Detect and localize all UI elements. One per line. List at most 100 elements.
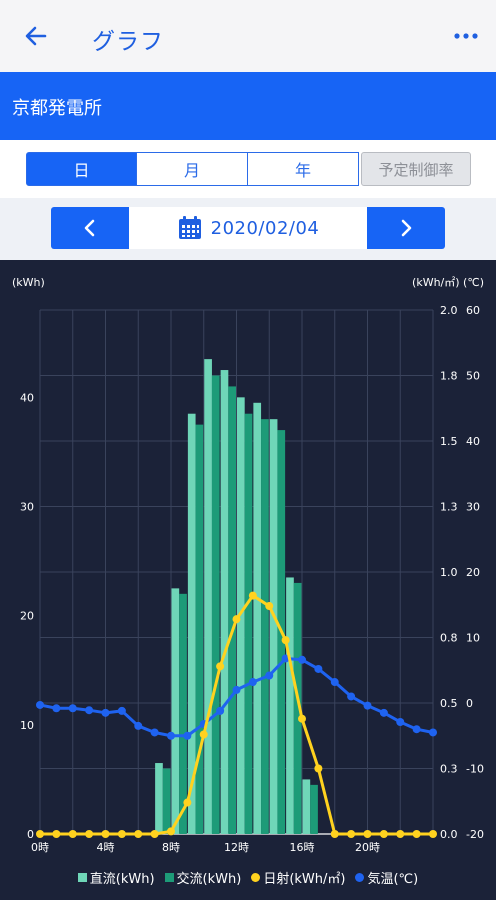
date-navigator: 2020/02/04	[51, 207, 445, 249]
next-date-button[interactable]	[367, 207, 445, 249]
legend-dc[interactable]: 直流(kWh)	[77, 868, 155, 887]
tab-year[interactable]: 年	[248, 152, 359, 186]
bar-ac	[162, 768, 171, 834]
left-axis-tick-label: 0	[27, 828, 34, 841]
temperature-point	[363, 701, 372, 710]
temperature-point	[347, 692, 356, 701]
right-axis-temperature-tick: 20	[466, 566, 480, 579]
temperature-point	[298, 655, 306, 664]
right-axis-temperature-tick: 40	[466, 435, 480, 448]
irradiance-point	[330, 830, 339, 838]
irradiance-point	[298, 714, 306, 723]
x-axis-tick-label: 8時	[162, 841, 180, 854]
bar-dc	[302, 779, 311, 834]
calendar-icon	[178, 216, 201, 239]
prev-date-button[interactable]	[51, 207, 129, 249]
bar-ac	[261, 419, 269, 834]
date-display[interactable]: 2020/02/04	[129, 207, 367, 249]
irradiance-point	[396, 830, 405, 838]
temperature-point	[52, 704, 61, 713]
irradiance-point	[347, 830, 356, 838]
irradiance-point	[248, 591, 257, 600]
left-axis-tick-label: 30	[20, 501, 34, 514]
bar-ac	[244, 413, 253, 834]
irradiance-point	[134, 830, 143, 838]
temperature-point	[396, 717, 405, 726]
right-axis-temperature-tick: 0	[466, 697, 473, 710]
temperature-point	[314, 664, 323, 673]
right-axis-unit: (kWh/㎡) (℃)	[412, 276, 484, 289]
period-tabs: 日 月 年 予定制御率	[26, 152, 471, 186]
right-axis-temperature-tick: 30	[466, 501, 480, 514]
legend-irradiance[interactable]: 日射(kWh/㎡)	[251, 868, 345, 887]
right-axis-temperature-tick: -10	[466, 763, 484, 776]
temperature-point	[134, 721, 143, 730]
bar-ac	[179, 593, 187, 834]
back-button[interactable]	[20, 20, 52, 52]
irradiance-point	[183, 798, 192, 807]
plant-header: 京都発電所	[0, 72, 496, 140]
legend-irradiance-label: 日射(kWh/㎡)	[263, 872, 346, 887]
legend-temperature[interactable]: 気温(℃)	[355, 868, 418, 887]
right-axis-temperature-tick: 60	[466, 304, 480, 317]
right-axis-temperature-tick: 50	[466, 370, 480, 383]
tab-day[interactable]: 日	[26, 152, 137, 186]
x-axis-tick-label: 20時	[355, 841, 380, 854]
current-date: 2020/02/04	[210, 217, 320, 239]
irradiance-point	[216, 662, 225, 671]
tab-month[interactable]: 月	[137, 152, 248, 186]
chevron-left-icon	[84, 219, 95, 237]
generation-chart: (kWh) (kWh/㎡) (℃) 0 10 20 30 40 0.0 -20 0.3 -10 0.5…	[0, 260, 496, 900]
irradiance-point	[117, 830, 126, 838]
temperature-point	[232, 685, 241, 694]
left-axis-tick-label: 20	[20, 610, 34, 623]
temperature-point	[36, 700, 44, 709]
temperature-point	[330, 678, 339, 687]
temperature-point	[429, 728, 437, 737]
right-axis-irradiance-tick: 1.5	[440, 435, 458, 448]
temperature-point	[412, 725, 421, 734]
x-axis-tick-label: 0時	[31, 841, 49, 854]
irradiance-point	[199, 730, 208, 739]
tab-schedule-control-rate[interactable]: 予定制御率	[361, 152, 471, 186]
bar-dc	[286, 577, 294, 834]
right-axis-temperature-tick: -20	[466, 828, 484, 841]
legend-ac[interactable]: 交流(kWh)	[164, 868, 241, 887]
bar-ac	[195, 424, 204, 834]
x-axis-tick-label: 16時	[290, 841, 315, 854]
irradiance-point	[167, 827, 175, 836]
bar-dc	[204, 359, 212, 834]
right-axis-irradiance-tick: 1.8	[440, 370, 458, 383]
irradiance-point	[314, 764, 323, 773]
irradiance-point	[150, 830, 159, 838]
irradiance-point	[101, 830, 110, 838]
temperature-point	[183, 731, 192, 740]
temperature-point	[379, 708, 388, 717]
right-axis-irradiance-tick: 2.0	[440, 304, 458, 317]
bar-dc	[171, 588, 180, 834]
right-axis-irradiance-tick: 0.3	[440, 763, 458, 776]
more-menu-button[interactable]	[450, 20, 482, 52]
temperature-point	[265, 671, 274, 680]
temperature-point	[216, 706, 225, 715]
temperature-point	[85, 706, 94, 715]
left-axis-unit: (kWh)	[12, 276, 45, 289]
bar-dc	[155, 763, 163, 834]
irradiance-point	[36, 830, 44, 838]
date-navigator-area: 2020/02/04	[0, 198, 496, 260]
bar-dc	[269, 419, 278, 834]
legend-dc-label: 直流(kWh)	[89, 872, 155, 887]
chart-svg: (kWh) (kWh/㎡) (℃) 0 10 20 30 40 0.0 -20 0.3 -10 0.5…	[12, 276, 484, 854]
temperature-point	[167, 731, 175, 740]
chart-legend: 直流(kWh) 交流(kWh) 日射(kWh/㎡) 気温(℃)	[0, 868, 496, 887]
irradiance-point	[363, 830, 372, 838]
legend-temperature-label: 気温(℃)	[367, 872, 419, 887]
right-axis-irradiance-tick: 0.0	[440, 828, 458, 841]
page-title: グラフ	[92, 29, 164, 55]
irradiance-point	[85, 830, 94, 838]
right-axis-irradiance-tick: 1.0	[440, 566, 458, 579]
irradiance-point	[412, 830, 421, 838]
irradiance-point	[232, 615, 241, 624]
temperature-point	[68, 704, 77, 713]
irradiance-point	[379, 830, 388, 838]
